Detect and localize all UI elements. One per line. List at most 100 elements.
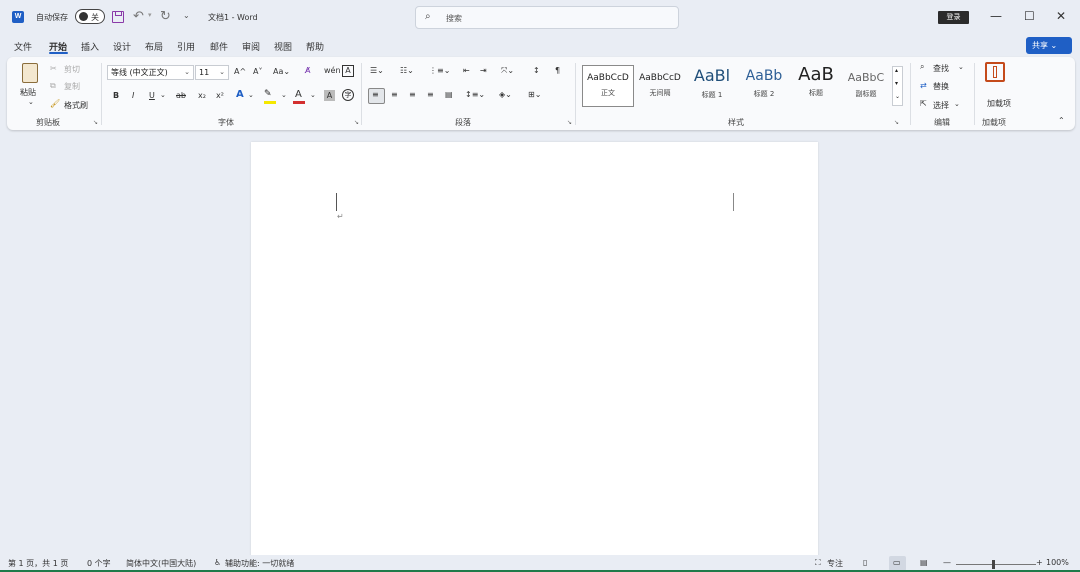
tab-review[interactable]: 审阅 <box>242 40 260 53</box>
language[interactable]: 简体中文(中国大陆) <box>126 558 196 569</box>
add-ins-icon[interactable] <box>985 62 1005 82</box>
style-no-spacing[interactable]: AaBbCcD 无间隔 <box>636 66 684 106</box>
zoom-out-icon[interactable]: — <box>943 558 951 567</box>
font-color-dropdown-icon[interactable]: ⌄ <box>310 91 316 99</box>
line-spacing-icon[interactable]: ↕≡⌄ <box>465 90 485 99</box>
font-family-select[interactable]: 等线 (中文正文) ⌄ <box>107 65 194 80</box>
underline-icon[interactable]: U <box>149 91 155 100</box>
show-marks-icon[interactable]: ¶ <box>555 66 560 75</box>
copy-icon[interactable]: ⧉ <box>50 81 56 91</box>
select-dropdown-icon[interactable]: ⌄ <box>954 100 960 108</box>
distributed-icon[interactable]: ▤ <box>445 90 453 99</box>
bullets-icon[interactable]: ☰⌄ <box>370 66 384 75</box>
share-button[interactable]: 共享 ⌄ <box>1026 37 1072 54</box>
undo-icon[interactable]: ↶ <box>133 9 144 24</box>
tab-design[interactable]: 设计 <box>113 40 131 53</box>
paste-icon[interactable] <box>22 63 38 83</box>
copy-label[interactable]: 复制 <box>64 81 80 92</box>
print-layout-icon[interactable]: ▭ <box>893 558 901 567</box>
redo-icon[interactable]: ↻ <box>160 9 171 24</box>
chevron-up-icon[interactable]: ▴ <box>895 67 898 74</box>
autosave-toggle[interactable]: 关 <box>75 9 105 24</box>
zoom-in-icon[interactable]: + <box>1036 558 1043 567</box>
focus-icon[interactable]: ⛶ <box>815 558 821 568</box>
multilevel-list-icon[interactable]: ⋮≡⌄ <box>429 66 450 75</box>
tab-help[interactable]: 帮助 <box>306 40 324 53</box>
numbering-icon[interactable]: ☷⌄ <box>400 66 414 75</box>
align-left-button[interactable]: ≡ <box>368 88 385 104</box>
chinese-layout-icon[interactable]: ⤧⌄ <box>501 66 514 76</box>
borders-icon[interactable]: ⊞⌄ <box>528 90 541 99</box>
decrease-indent-icon[interactable]: ⇤ <box>463 66 470 75</box>
subscript-icon[interactable]: x₂ <box>198 91 206 100</box>
enclose-characters-icon[interactable]: 字 <box>342 89 354 101</box>
chevron-down-icon[interactable]: ▾ <box>895 80 898 87</box>
paragraph-launcher-icon[interactable]: ↘ <box>567 119 572 126</box>
cut-icon[interactable]: ✂ <box>50 64 57 73</box>
style-title[interactable]: AaB 标题 <box>792 64 840 106</box>
format-painter-label[interactable]: 格式刷 <box>64 100 88 111</box>
read-mode-icon[interactable]: ▯ <box>863 558 867 567</box>
character-shading-icon[interactable]: A <box>324 90 335 101</box>
superscript-icon[interactable]: x² <box>216 91 224 100</box>
character-border-icon[interactable]: A <box>342 65 354 77</box>
add-ins-button-label[interactable]: 加载项 <box>987 98 1011 109</box>
paste-label[interactable]: 粘贴 <box>20 87 36 98</box>
tab-mailings[interactable]: 邮件 <box>210 40 228 53</box>
minimize-icon[interactable]: — <box>990 9 1002 23</box>
change-case-icon[interactable]: Aa⌄ <box>273 67 290 76</box>
collapse-ribbon-icon[interactable]: ⌃ <box>1058 116 1065 125</box>
clear-formatting-icon[interactable]: A̸ <box>305 66 310 75</box>
accessibility-status[interactable]: 辅助功能: 一切就绪 <box>225 558 294 569</box>
accessibility-icon[interactable]: ♿ <box>214 558 221 567</box>
highlight-icon[interactable]: ✎ <box>264 89 272 99</box>
align-center-icon[interactable]: ≡ <box>391 90 398 99</box>
select-icon[interactable]: ⇱ <box>920 99 927 108</box>
search-box[interactable]: ⌕ 搜索 <box>415 6 679 29</box>
increase-indent-icon[interactable]: ⇥ <box>480 66 487 75</box>
text-effects-dropdown-icon[interactable]: ⌄ <box>248 91 254 99</box>
cut-label[interactable]: 剪切 <box>64 64 80 75</box>
select-label[interactable]: 选择 <box>933 100 949 111</box>
zoom-slider-thumb[interactable] <box>992 560 995 569</box>
more-styles-icon[interactable]: ⌄ <box>895 93 900 100</box>
styles-scroll[interactable]: ▴ ▾ ⌄ <box>892 66 903 106</box>
zoom-slider[interactable] <box>956 564 1036 565</box>
tab-references[interactable]: 引用 <box>177 40 195 53</box>
find-icon[interactable]: ⌕ <box>920 62 924 72</box>
focus-label[interactable]: 专注 <box>827 558 843 569</box>
tab-view[interactable]: 视图 <box>274 40 292 53</box>
close-icon[interactable]: ✕ <box>1056 9 1066 23</box>
text-effects-icon[interactable]: A <box>236 89 244 100</box>
font-color-icon[interactable]: A <box>295 89 302 100</box>
clipboard-launcher-icon[interactable]: ↘ <box>93 119 98 126</box>
sort-icon[interactable]: ↕ <box>533 66 540 75</box>
find-label[interactable]: 查找 <box>933 63 949 74</box>
italic-icon[interactable]: I <box>132 91 134 100</box>
styles-launcher-icon[interactable]: ↘ <box>894 119 899 126</box>
format-painter-icon[interactable]: 🖌 <box>50 99 60 108</box>
tab-layout[interactable]: 布局 <box>145 40 163 53</box>
word-count[interactable]: 0 个字 <box>87 558 111 569</box>
bold-icon[interactable]: B <box>113 91 119 100</box>
replace-icon[interactable]: ⇄ <box>920 81 927 90</box>
style-subtitle[interactable]: AaBbC 副标题 <box>842 66 890 106</box>
strikethrough-icon[interactable]: ab <box>176 91 186 100</box>
shading-icon[interactable]: ◈⌄ <box>499 90 512 99</box>
grow-font-icon[interactable]: A^ <box>234 67 246 76</box>
undo-dropdown-icon[interactable]: ▾ <box>148 11 152 19</box>
font-launcher-icon[interactable]: ↘ <box>354 119 359 126</box>
style-heading-1[interactable]: AaBl 标题 1 <box>688 66 736 106</box>
highlight-dropdown-icon[interactable]: ⌄ <box>281 91 287 99</box>
style-normal[interactable]: AaBbCcD 正文 <box>584 66 632 106</box>
tab-insert[interactable]: 插入 <box>81 40 99 53</box>
shrink-font-icon[interactable]: A˅ <box>253 67 262 76</box>
phonetic-guide-icon[interactable]: wén <box>324 66 341 75</box>
login-button[interactable]: 登录 <box>938 11 969 24</box>
align-right-icon[interactable]: ≡ <box>409 90 416 99</box>
web-layout-icon[interactable]: ▤ <box>920 558 928 567</box>
page-count[interactable]: 第 1 页，共 1 页 <box>8 558 68 569</box>
style-heading-2[interactable]: AaBb 标题 2 <box>740 66 788 106</box>
find-dropdown-icon[interactable]: ⌄ <box>958 63 964 71</box>
tab-file[interactable]: 文件 <box>14 40 32 53</box>
